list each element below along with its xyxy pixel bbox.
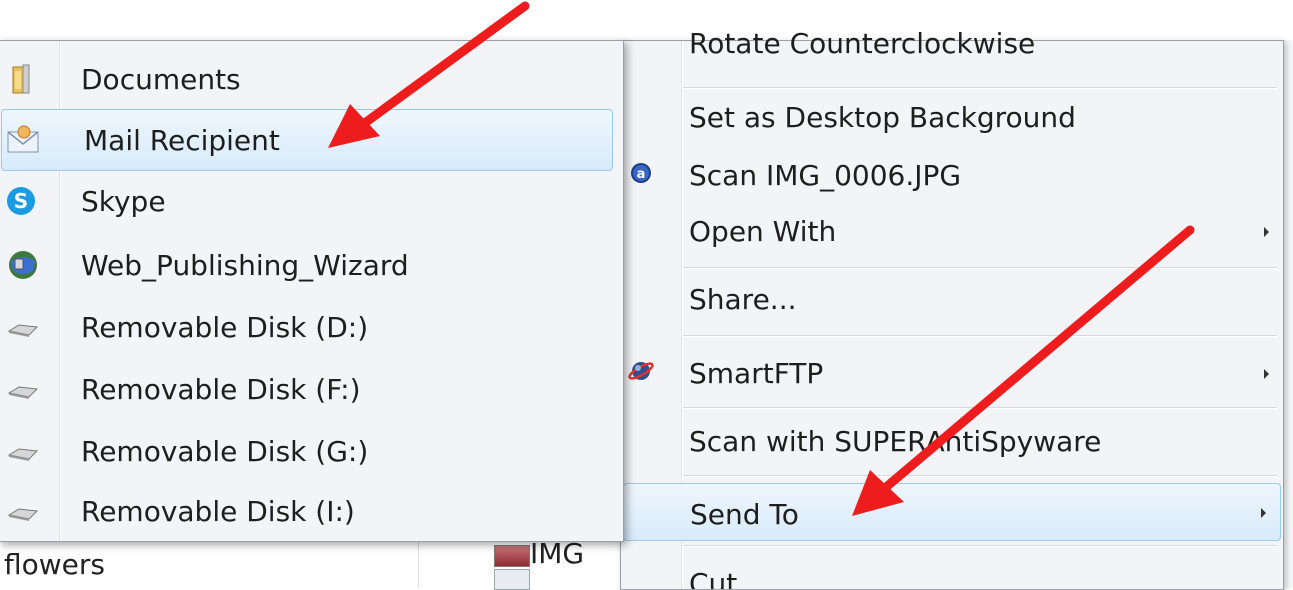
svg-text:a: a [637,167,646,182]
menu-item-share[interactable]: Share... [621,273,1283,325]
context-menu: Rotate Counterclockwise Set as Desktop B… [620,27,1284,590]
send-to-web-publishing-wizard[interactable]: Web_Publishing_Wizard [0,235,623,295]
image-file-icon [494,569,530,590]
submenu-item-label: Removable Disk (I:) [81,495,355,528]
submenu-item-label: Mail Recipient [84,124,280,157]
removable-disk-icon [7,324,39,337]
send-to-skype[interactable]: S Skype [0,171,623,231]
menu-item-cut[interactable]: Cut [621,557,1283,589]
menu-item-smartftp[interactable]: SmartFTP [621,347,1283,399]
menu-item-label: Set as Desktop Background [689,101,1076,134]
menu-separator [683,267,1277,269]
chevron-right-icon [1264,369,1269,379]
removable-disk-icon [7,448,39,461]
menu-item-label: Rotate Counterclockwise [689,27,1036,60]
smartftp-icon [628,362,654,380]
submenu-item-label: Web_Publishing_Wizard [81,249,409,282]
removable-disk-icon [7,386,39,399]
menu-item-label: Open With [689,215,837,248]
svg-text:S: S [14,189,28,213]
antivirus-scan-icon: a [631,163,651,183]
window-scroll-edge [1283,40,1293,588]
menu-item-label: Share... [689,283,797,316]
mail-recipient-icon [7,125,39,153]
submenu-item-label: Removable Disk (G:) [81,435,369,468]
submenu-item-label: Documents [81,63,241,96]
submenu-item-label: Skype [81,185,166,218]
folder-item-label[interactable]: flowers [4,548,105,581]
menu-separator [683,545,1277,547]
menu-item-label: Scan IMG_0006.JPG [689,159,962,192]
chevron-right-icon [1261,508,1266,518]
submenu-item-label: Removable Disk (F:) [81,373,361,406]
send-to-removable-disk-g[interactable]: Removable Disk (G:) [0,421,623,481]
chevron-right-icon [1264,227,1269,237]
menu-item-label: Send To [690,498,799,531]
menu-item-set-desktop-background[interactable]: Set as Desktop Background [621,91,1283,143]
menu-separator [683,87,1277,89]
send-to-documents[interactable]: Documents [0,49,623,109]
menu-separator [683,407,1277,409]
submenu-item-label: Removable Disk (D:) [81,311,369,344]
removable-disk-icon [7,508,39,521]
send-to-mail-recipient[interactable]: Mail Recipient [1,109,613,171]
menu-item-scan-superantispyware[interactable]: Scan with SUPERAntiSpyware [621,415,1283,467]
web-publishing-icon [9,251,37,279]
menu-separator [683,475,1277,477]
menu-item-label: SmartFTP [689,357,824,390]
menu-item-open-with[interactable]: Open With [621,205,1283,257]
menu-separator [683,335,1277,337]
skype-icon: S [7,187,35,215]
send-to-removable-disk-d[interactable]: Removable Disk (D:) [0,297,623,357]
send-to-removable-disk-i[interactable]: Removable Disk (I:) [0,481,623,541]
send-to-removable-disk-f[interactable]: Removable Disk (F:) [0,359,623,419]
menu-item-rotate-counterclockwise[interactable]: Rotate Counterclockwise [621,21,1283,73]
menu-item-send-to[interactable]: Send To [623,483,1281,541]
image-file-icon [494,545,530,567]
menu-item-label: Cut [689,567,738,589]
documents-folder-icon [12,64,30,94]
menu-item-scan-file[interactable]: a Scan IMG_0006.JPG [621,149,1283,201]
send-to-submenu: Documents Mail Recipient S Skype Web_Pub… [0,40,624,542]
menu-item-label: Scan with SUPERAntiSpyware [689,425,1102,458]
